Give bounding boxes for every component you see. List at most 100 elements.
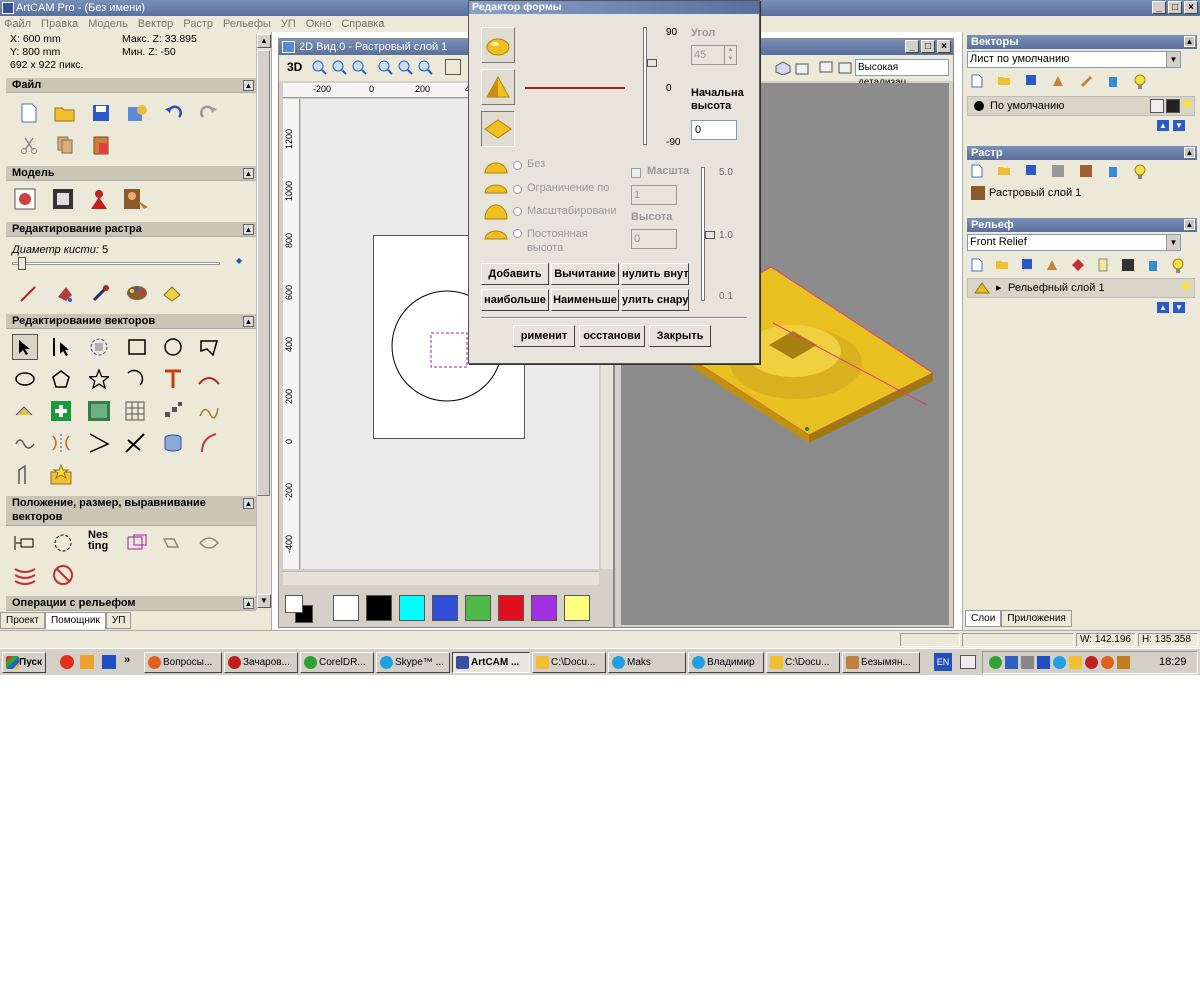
morph-vector-icon[interactable]: [196, 530, 222, 556]
collapse-icon[interactable]: ▲: [243, 224, 254, 235]
node-edit-icon[interactable]: [48, 334, 74, 360]
current-colors-icon[interactable]: [285, 595, 315, 625]
quicklaunch-app-icon[interactable]: [80, 655, 94, 669]
collapse-icon[interactable]: ▲: [243, 598, 254, 609]
wrap-vector-icon[interactable]: [12, 562, 38, 588]
grid-vector-icon[interactable]: [122, 398, 148, 424]
offset-vector-icon[interactable]: [12, 398, 38, 424]
medical-cross-icon[interactable]: [48, 398, 74, 424]
view-3d-maximize-button[interactable]: □: [921, 40, 935, 53]
taskbar-item[interactable]: CorelDR...: [300, 652, 374, 673]
tab-project[interactable]: Проект: [0, 612, 45, 629]
radio-limit[interactable]: [513, 185, 522, 194]
section-vector-edit[interactable]: Редактирование векторов ▲: [6, 314, 256, 329]
move-down-icon[interactable]: ▼: [1173, 302, 1185, 313]
save-layer-icon[interactable]: [1025, 164, 1037, 182]
section-relief-ops[interactable]: Операции с рельефом ▲: [6, 596, 256, 611]
section-model[interactable]: Модель ▲: [6, 166, 256, 181]
quicklaunch-desktop-icon[interactable]: [102, 655, 116, 669]
tray-tools-icon[interactable]: [1117, 656, 1130, 669]
color-swatch-yellow[interactable]: [564, 595, 590, 621]
paint-dropper-icon[interactable]: [88, 280, 114, 306]
close-button[interactable]: ×: [1184, 1, 1198, 14]
start-button[interactable]: Пуск: [2, 652, 46, 673]
radio-none[interactable]: [513, 161, 522, 170]
star-tool-icon[interactable]: [86, 366, 112, 392]
taskbar-item[interactable]: Зачаров...: [224, 652, 298, 673]
spline-icon[interactable]: [196, 398, 222, 424]
lightbulb-icon[interactable]: [1133, 74, 1147, 92]
quicklaunch-more-icon[interactable]: »: [124, 654, 130, 666]
clock[interactable]: 18:29: [1159, 656, 1187, 668]
open-layer-icon[interactable]: [995, 258, 1009, 276]
group-vector-icon[interactable]: [124, 530, 150, 556]
move-up-icon[interactable]: ▲: [1157, 302, 1169, 313]
transform-icon[interactable]: [86, 334, 112, 360]
taskbar-item[interactable]: Вопросы...: [144, 652, 222, 673]
merge-layer-icon[interactable]: [1051, 74, 1065, 92]
redo-icon[interactable]: [196, 100, 222, 126]
collapse-icon[interactable]: ▲: [243, 316, 254, 327]
color-swatch-cyan[interactable]: [399, 595, 425, 621]
section-file[interactable]: Файл ▲: [6, 78, 256, 93]
brush-diameter-slider[interactable]: [12, 262, 220, 265]
tray-monitor-icon[interactable]: [1037, 656, 1050, 669]
color-swatch-white[interactable]: [333, 595, 359, 621]
text-tool-icon[interactable]: [160, 366, 186, 392]
zoom-previous-icon[interactable]: [397, 59, 413, 78]
relief-props-icon[interactable]: [1097, 258, 1109, 276]
chevron-down-icon[interactable]: ▼: [1166, 235, 1180, 250]
new-layer-icon[interactable]: [971, 74, 983, 92]
menu-file[interactable]: Файл: [4, 16, 31, 32]
view-top-icon[interactable]: [837, 61, 853, 78]
cut-icon[interactable]: [16, 132, 42, 158]
vector-library-icon[interactable]: [86, 398, 112, 424]
rotate-vector-icon[interactable]: [50, 530, 76, 556]
brush-slider-thumb[interactable]: [18, 257, 26, 270]
delete-layer-icon[interactable]: [1107, 74, 1119, 92]
view-3d-close-button[interactable]: ×: [937, 40, 951, 53]
vectors-header[interactable]: Векторы ▲: [967, 35, 1197, 49]
menu-window[interactable]: Окно: [306, 16, 332, 32]
taskbar-item[interactable]: Безымян...: [842, 652, 920, 673]
angle-slider-thumb[interactable]: [647, 59, 657, 67]
maximize-button[interactable]: □: [1168, 1, 1182, 14]
merge-layer-icon[interactable]: [1045, 258, 1059, 276]
import-model-icon[interactable]: [124, 100, 150, 126]
collapse-icon[interactable]: ▲: [1184, 36, 1195, 47]
taskbar-item-active[interactable]: ArtCAM ...: [452, 652, 530, 673]
cylinder-icon[interactable]: [160, 430, 186, 456]
toggle-3d-button[interactable]: 3D: [287, 60, 302, 74]
collapse-icon[interactable]: ▲: [1184, 147, 1195, 158]
scale-checkbox[interactable]: [631, 168, 641, 178]
tray-volume-icon[interactable]: [1021, 656, 1034, 669]
mirror-vector-icon[interactable]: [48, 430, 74, 456]
close-dialog-button[interactable]: Закрыть: [649, 325, 711, 347]
minimize-button[interactable]: _: [1152, 1, 1166, 14]
tray-app-icon[interactable]: [989, 656, 1002, 669]
menu-raster[interactable]: Растр: [183, 16, 213, 32]
scroll-down-icon[interactable]: ▼: [257, 594, 271, 608]
tab-toolpaths[interactable]: УП: [105, 612, 132, 629]
relief-select[interactable]: Front Relief ▼: [967, 234, 1181, 251]
taskbar-item[interactable]: Владимир: [688, 652, 764, 673]
tab-layers[interactable]: Слои: [965, 610, 1002, 627]
polygon-tool-icon[interactable]: [48, 366, 74, 392]
section-raster-edit[interactable]: Редактирование растра ▲: [6, 222, 256, 237]
taskbar-item[interactable]: C:\Docu...: [532, 652, 606, 673]
color-swatch-black[interactable]: [366, 595, 392, 621]
model-size-icon[interactable]: [12, 186, 38, 212]
open-folder-icon[interactable]: [52, 100, 78, 126]
bend-vector-icon[interactable]: [196, 430, 222, 456]
expand-arrow-icon[interactable]: ▸: [996, 279, 1002, 297]
lock-layer-icon[interactable]: [1150, 99, 1164, 113]
color-swatch-red[interactable]: [498, 595, 524, 621]
taskbar-item[interactable]: Skype™ ...: [376, 652, 450, 673]
model-figure-icon[interactable]: [86, 186, 112, 212]
menu-edit[interactable]: Правка: [41, 16, 78, 32]
add-button[interactable]: Добавить: [481, 263, 549, 285]
radio-const-height[interactable]: [513, 229, 522, 238]
color-swatch-blue[interactable]: [432, 595, 458, 621]
palette-icon[interactable]: [124, 280, 150, 306]
align-vector-icon[interactable]: [12, 530, 38, 556]
